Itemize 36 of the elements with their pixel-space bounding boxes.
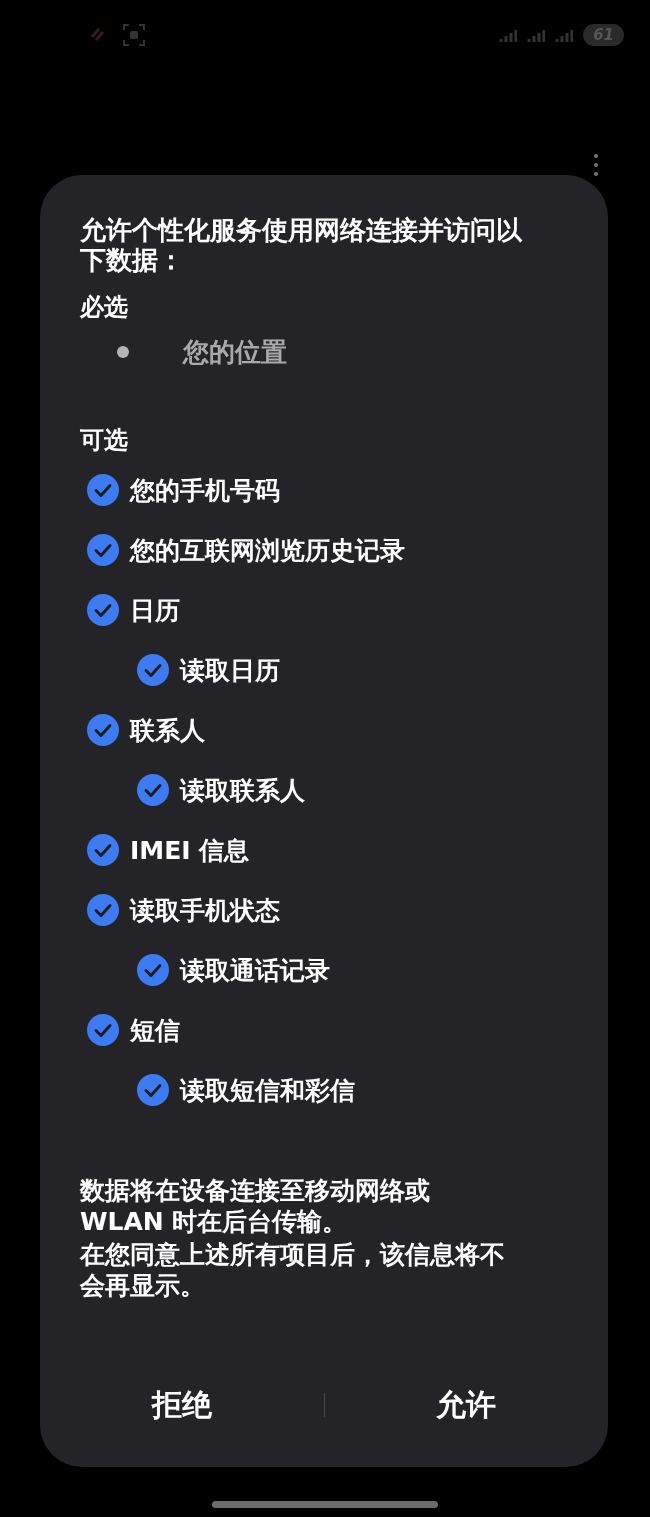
info-text: 数据将在设备连接至移动网络或 WLAN 时在后台传输。: [80, 1175, 431, 1237]
signal-icon: [499, 28, 518, 42]
checkbox[interactable]: [87, 474, 119, 506]
dialog-title: 允许个性化服务使用网络连接并访问以下数据：: [80, 215, 523, 275]
checkbox[interactable]: [87, 534, 119, 566]
checkbox[interactable]: [87, 1014, 119, 1046]
more-options-icon[interactable]: [594, 154, 598, 176]
section-heading: 可选: [80, 425, 128, 456]
permission-label: 您的手机号码: [130, 474, 280, 507]
permission-label: 联系人: [130, 714, 205, 747]
permission-label: 读取联系人: [180, 774, 305, 807]
checkbox[interactable]: [137, 1074, 169, 1106]
allow-button[interactable]: 允许: [324, 1365, 608, 1445]
deny-button[interactable]: 拒绝: [40, 1365, 324, 1445]
checkbox[interactable]: [137, 774, 169, 806]
permission-label: 读取通话记录: [180, 954, 330, 987]
permission-label: IMEI 信息: [130, 834, 250, 867]
checkbox[interactable]: [87, 834, 119, 866]
permission-label: 读取手机状态: [130, 894, 280, 927]
permission-label: 日历: [130, 594, 180, 627]
checkbox[interactable]: [87, 894, 119, 926]
permission-label: 您的位置: [183, 335, 287, 369]
checkbox[interactable]: [87, 594, 119, 626]
permission-label: 读取短信和彩信: [180, 1074, 355, 1107]
signal-icon: [527, 28, 546, 42]
signal-icon: [555, 28, 574, 42]
permission-label: 短信: [130, 1014, 180, 1047]
info-text: 在您同意上述所有项目后，该信息将不会再显示。: [80, 1239, 506, 1301]
checkbox[interactable]: [87, 714, 119, 746]
section-heading: 必选: [80, 292, 128, 323]
checkbox[interactable]: [137, 654, 169, 686]
face-scan-icon: [122, 23, 146, 47]
checkbox[interactable]: [137, 954, 169, 986]
bullet-icon: [117, 346, 129, 358]
permission-label: 读取日历: [180, 654, 280, 687]
permission-label: 您的互联网浏览历史记录: [130, 534, 405, 567]
